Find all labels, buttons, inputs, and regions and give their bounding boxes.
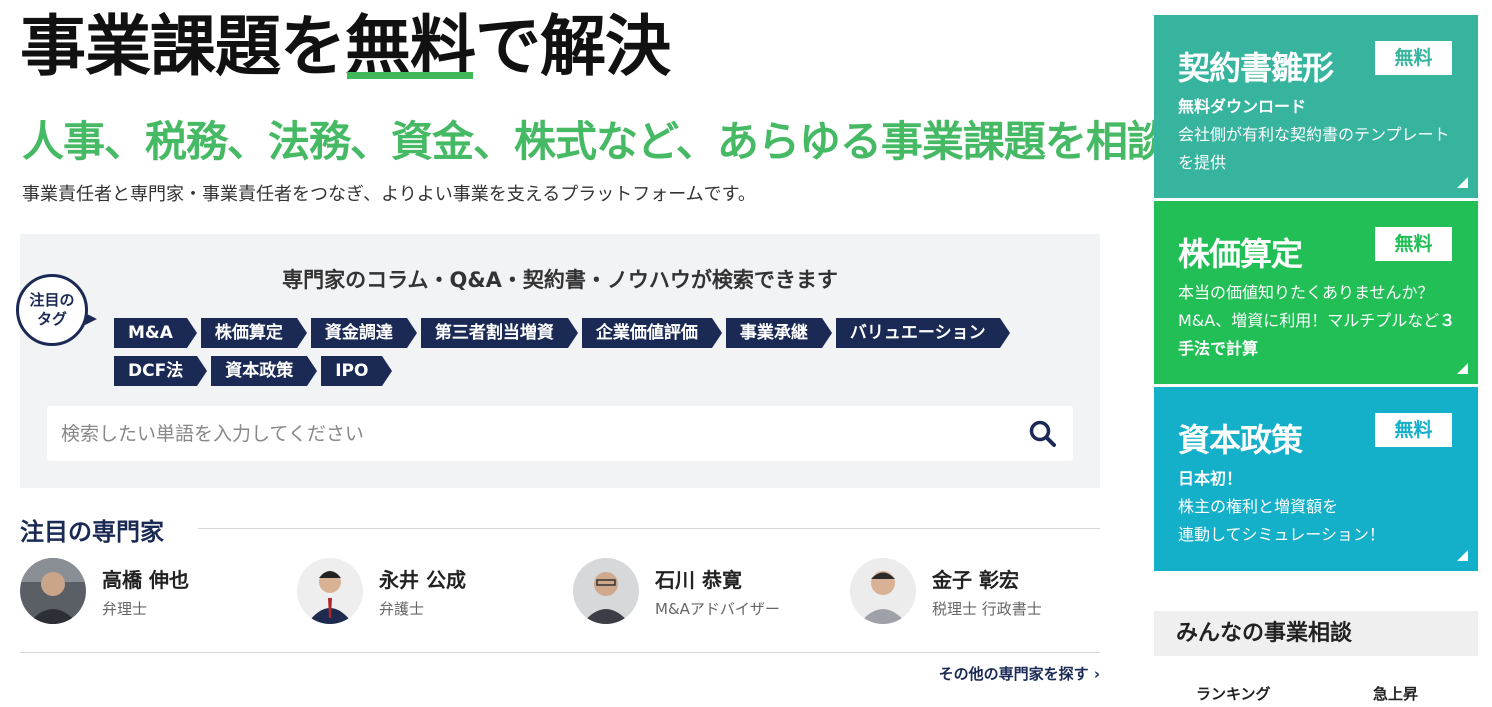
tag-capital-policy[interactable]: 資本政策 (211, 356, 318, 386)
free-badge: 無料 (1375, 41, 1452, 75)
card-title: 契約書雛形 (1178, 49, 1334, 87)
free-badge: 無料 (1375, 413, 1452, 447)
business-consultation-title: みんなの事業相談 (1154, 611, 1478, 656)
card-bold-line: 無料ダウンロード (1178, 97, 1307, 116)
tag-enterprise-valuation[interactable]: 企業価値評価 (581, 318, 722, 348)
featured-experts-title: 注目の専門家 (20, 518, 164, 546)
more-experts-link[interactable]: その他の専門家を探す › (939, 663, 1100, 684)
chevron-right-icon: › (1093, 665, 1100, 683)
card-text-line2: 連動してシミュレーション！ (1178, 525, 1385, 544)
card-body: 無料ダウンロード 会社側が有利な契約書のテンプレートを提供 (1178, 93, 1458, 177)
card-text: 会社側が有利な契約書のテンプレートを提供 (1178, 125, 1450, 172)
divider (20, 652, 1100, 653)
badge-line2: タグ (36, 310, 67, 328)
search-box (47, 406, 1073, 461)
tag-list: M&A 株価算定 資金調達 第三者割当増資 企業価値評価 事業承継 バリュエーシ… (114, 318, 1074, 394)
tag-third-party-allotment[interactable]: 第三者割当増資 (420, 318, 578, 348)
search-heading: 専門家のコラム・Q&A・契約書・ノウハウが検索できます (282, 268, 838, 292)
corner-arrow-icon (1457, 550, 1468, 561)
more-experts-label: その他の専門家を探す (938, 665, 1089, 683)
tag-dcf[interactable]: DCF法 (114, 356, 208, 386)
tab-trending[interactable]: 急上昇 (1373, 683, 1418, 704)
tag-ipo[interactable]: IPO (321, 356, 393, 386)
card-text-line1: 株主の権利と増資額を (1178, 497, 1339, 516)
tab-ranking[interactable]: ランキング (1196, 683, 1271, 704)
expert-name: 石川 恭寛 (655, 568, 742, 592)
card-body: 本当の価値知りたくありませんか？M&A、増資に利用！マルチプルなど３手法で計算 (1178, 279, 1458, 363)
tag-stock-valuation[interactable]: 株価算定 (200, 318, 307, 348)
search-input[interactable] (47, 406, 1007, 461)
expert-role: 弁理士 (102, 600, 148, 618)
hero-title-part2: で解決 (475, 8, 671, 85)
expert-name: 永井 公成 (379, 568, 466, 592)
hero-title-highlight: 無料 (345, 8, 476, 85)
tag-fundraising[interactable]: 資金調達 (310, 318, 417, 348)
search-icon (1029, 420, 1056, 447)
tag-valuation[interactable]: バリュエーション (835, 318, 1010, 348)
search-button[interactable] (1027, 418, 1059, 450)
free-badge: 無料 (1375, 227, 1452, 261)
hero-title-part1: 事業課題を (20, 8, 346, 85)
expert-role: 税理士 行政書士 (932, 600, 1042, 618)
expert-role: M&Aアドバイザー (655, 600, 780, 618)
tag-business-succession[interactable]: 事業承継 (725, 318, 832, 348)
card-stock-valuation[interactable]: 株価算定 無料 本当の価値知りたくありませんか？M&A、増資に利用！マルチプルな… (1154, 201, 1478, 384)
hero-title: 事業課題を無料で解決 (20, 8, 671, 85)
tag-ma[interactable]: M&A (114, 318, 197, 348)
card-capital-policy[interactable]: 資本政策 無料 日本初！ 株主の権利と増資額を 連動してシミュレーション！ (1154, 387, 1478, 571)
card-text: 本当の価値知りたくありませんか？M&A、増資に利用！マルチプルなど (1178, 283, 1440, 330)
expert-name: 金子 彰宏 (932, 568, 1019, 592)
hero-subtitle: 人事、税務、法務、資金、株式など、あらゆる事業課題を相談 (22, 117, 1169, 166)
featured-tags-badge: 注目の タグ (16, 274, 97, 346)
card-bold-line: 日本初！ (1178, 469, 1243, 488)
card-title: 資本政策 (1178, 421, 1303, 459)
hero-description: 事業責任者と専門家・事業責任者をつなぎ、よりよい事業を支えるプラットフォームです… (22, 184, 756, 205)
search-panel: 専門家のコラム・Q&A・契約書・ノウハウが検索できます 注目の タグ M&A 株… (16, 234, 1100, 488)
divider (198, 528, 1100, 529)
expert-name: 高橋 伸也 (102, 568, 189, 592)
avatar (20, 558, 86, 624)
expert-role: 弁護士 (379, 600, 425, 618)
avatar (850, 558, 916, 624)
badge-line1: 注目の (29, 291, 75, 310)
card-contract-templates[interactable]: 契約書雛形 無料 無料ダウンロード 会社側が有利な契約書のテンプレートを提供 (1154, 15, 1478, 198)
avatar (297, 558, 363, 624)
card-body: 日本初！ 株主の権利と増資額を 連動してシミュレーション！ (1178, 465, 1458, 549)
card-title: 株価算定 (1178, 235, 1303, 273)
corner-arrow-icon (1457, 363, 1468, 374)
avatar (573, 558, 639, 624)
corner-arrow-icon (1457, 177, 1468, 188)
